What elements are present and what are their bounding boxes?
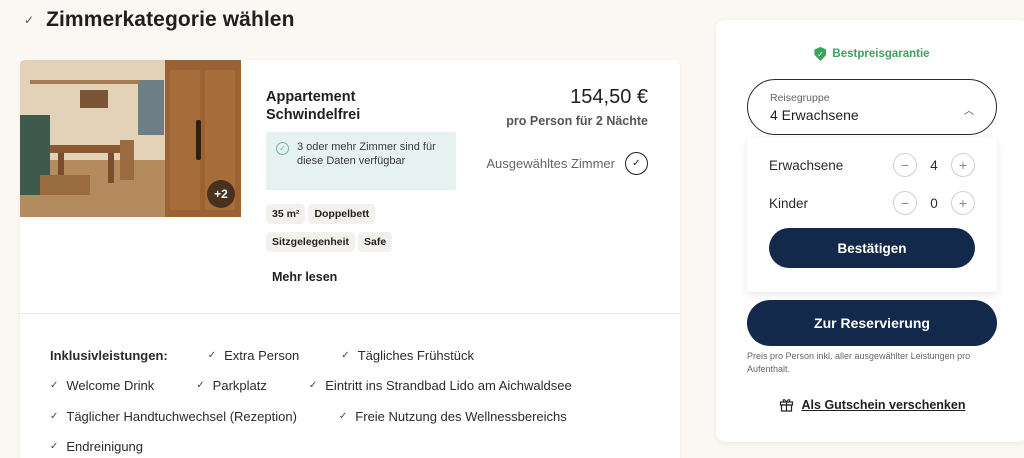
feature-tag-seating: Sitzgelegenheit: [266, 232, 356, 252]
list-item: ✓ Welcome Drink: [50, 378, 155, 394]
children-label: Kinder: [769, 195, 809, 211]
divider: [20, 313, 680, 314]
inclusives-list: Inklusivleistungen: ✓ Extra Person ✓ Tägli…: [50, 340, 670, 458]
price-subtitle: pro Person für 2 Nächte: [506, 114, 648, 128]
children-counter: Kinder − 0 +: [769, 191, 975, 215]
adults-increment-button[interactable]: +: [951, 153, 975, 177]
availability-text: 3 oder mehr Zimmer sind für diese Daten …: [297, 141, 436, 167]
check-icon: ✓: [341, 349, 350, 361]
room-features: 35 m² Doppelbett Sitzgelegenheit Safe: [266, 204, 456, 260]
availability-notice: ✓ 3 oder mehr Zimmer sind für diese Date…: [266, 132, 456, 190]
page-title: ✓ Zimmerkategorie wählen: [24, 8, 295, 32]
selected-room-toggle[interactable]: Ausgewähltes Zimmer ✓: [486, 152, 648, 175]
list-item: ✓ Eintritt ins Strandbad Lido am Aichwald…: [308, 378, 572, 394]
feature-tag-safe: Safe: [358, 232, 393, 252]
more-photos-badge[interactable]: +2: [207, 180, 235, 208]
list-item: ✓ Extra Person: [207, 347, 300, 363]
gift-voucher-label[interactable]: Als Gutschein verschenken: [802, 398, 966, 412]
adults-counter: Erwachsene − 4 +: [769, 153, 975, 177]
adults-label: Erwachsene: [769, 157, 844, 173]
check-icon: ✓: [50, 441, 59, 453]
shield-icon: ✓: [814, 47, 827, 61]
feature-tag-size: 35 m²: [266, 204, 306, 224]
check-circle-icon: ✓: [276, 142, 289, 155]
travel-group-dropdown: Erwachsene − 4 + Kinder − 0 + Bestätigen: [747, 138, 997, 292]
adults-count: 4: [930, 157, 938, 173]
feature-tag-bed: Doppelbett: [308, 204, 376, 224]
children-increment-button[interactable]: +: [951, 191, 975, 215]
gift-icon: [779, 399, 793, 412]
check-icon: ✓: [50, 380, 59, 392]
check-icon: ✓: [24, 13, 35, 27]
list-item: ✓ Tägliches Frühstück: [341, 347, 475, 363]
children-decrement-button[interactable]: −: [893, 191, 917, 215]
reserve-button[interactable]: Zur Reservierung: [747, 300, 997, 346]
inclusives-label: Inklusivleistungen:: [50, 347, 168, 363]
room-price: 154,50 €: [570, 86, 648, 108]
gift-voucher-link[interactable]: Als Gutschein verschenken: [716, 397, 1024, 412]
guarantee-label: Bestpreisgarantie: [832, 48, 930, 60]
list-item: ✓ Parkplatz: [196, 378, 267, 394]
room-name: Appartement Schwindelfrei: [266, 89, 361, 123]
check-icon: ✓: [196, 380, 205, 392]
room-card: +2 Appartement Schwindelfrei ✓ 3 oder me…: [20, 60, 680, 458]
travel-group-value: 4 Erwachsene: [770, 107, 859, 123]
page-heading: Zimmerkategorie wählen: [46, 8, 295, 31]
selected-room-label: Ausgewähltes Zimmer: [486, 156, 615, 171]
confirm-button[interactable]: Bestätigen: [769, 228, 975, 268]
room-photo[interactable]: +2: [20, 60, 241, 217]
check-icon: ✓: [338, 410, 348, 422]
chevron-up-icon: ︿: [964, 106, 974, 117]
read-more-link[interactable]: Mehr lesen: [272, 270, 337, 284]
children-count: 0: [930, 195, 938, 211]
travel-group-label: Reisegruppe: [770, 92, 830, 104]
check-icon: ✓: [50, 410, 59, 422]
adults-decrement-button[interactable]: −: [893, 153, 917, 177]
list-item: ✓ Freie Nutzung des Wellnessbereichs: [338, 408, 567, 424]
price-note: Preis pro Person inkl. aller ausgewählte…: [747, 351, 971, 374]
best-price-guarantee: ✓ Bestpreisgarantie: [716, 47, 1024, 61]
check-icon: ✓: [207, 349, 217, 361]
travel-group-select[interactable]: Reisegruppe 4 Erwachsene ︿: [747, 79, 997, 135]
list-item: ✓ Endreinigung: [50, 439, 144, 455]
check-circle-icon[interactable]: ✓: [625, 152, 648, 175]
list-item: ✓ Täglicher Handtuchwechsel (Rezeption): [50, 408, 297, 424]
check-icon: ✓: [308, 380, 318, 392]
booking-sidebar: ✓ Bestpreisgarantie Reisegruppe 4 Erwach…: [716, 20, 1024, 442]
